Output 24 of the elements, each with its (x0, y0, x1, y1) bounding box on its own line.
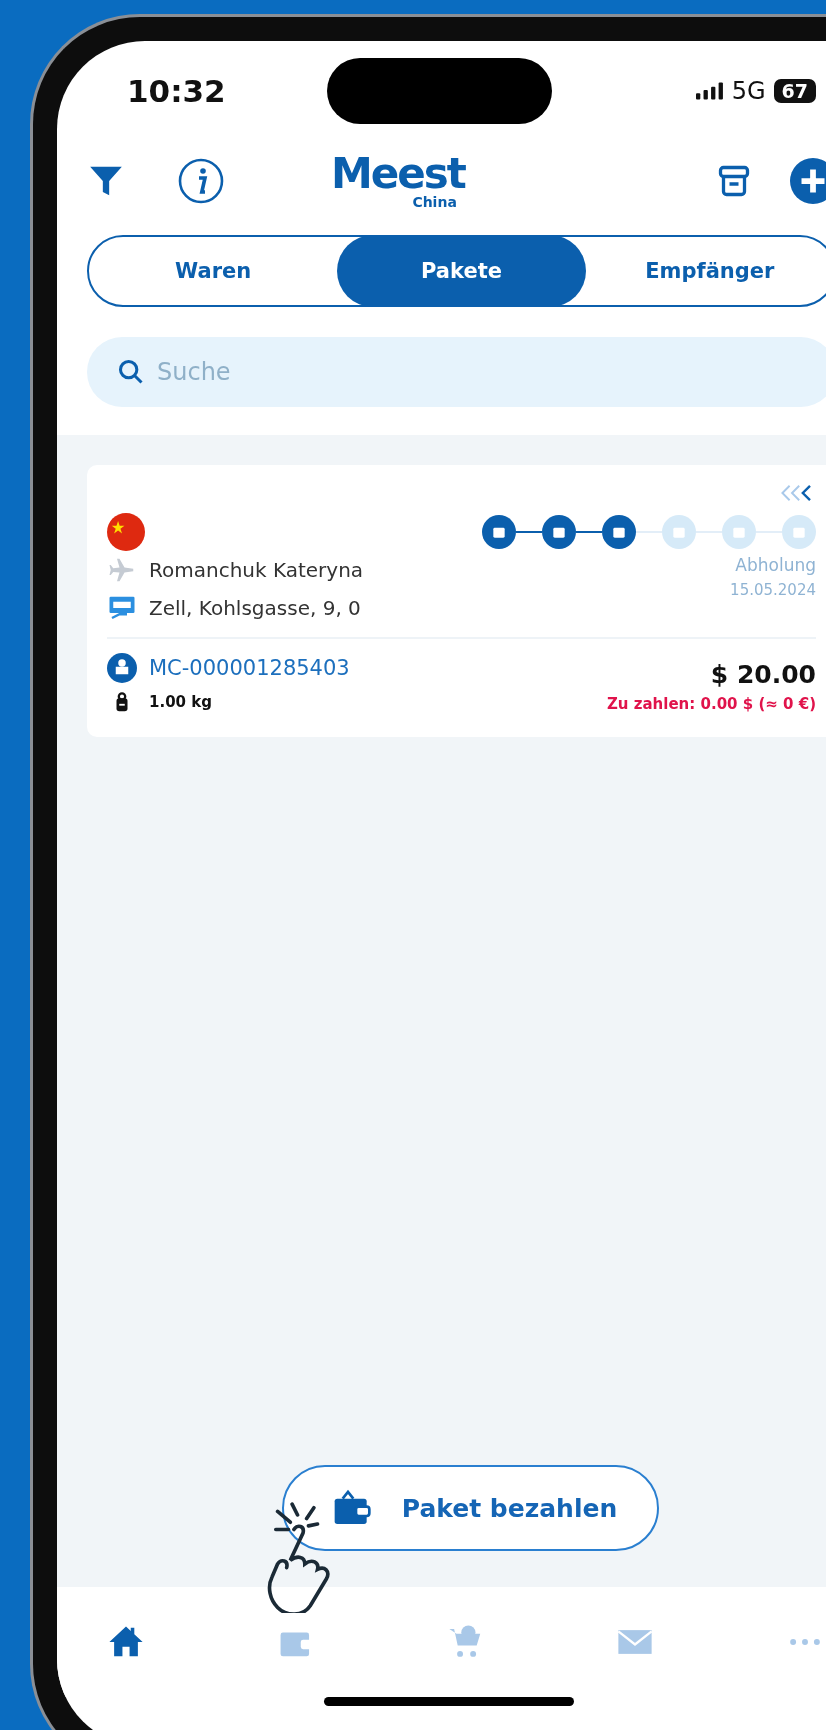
status-date: 15.05.2024 (730, 581, 816, 599)
flag-icon (107, 513, 145, 551)
pay-button[interactable]: Paket bezahlen (281, 1465, 660, 1551)
logo: Meest China (331, 153, 465, 209)
add-icon[interactable] (790, 158, 826, 204)
amount-due-text: Zu zahlen: 0.00 $ (≈ 0 €) (607, 695, 816, 713)
tab[interactable]: Waren (89, 235, 338, 307)
tab[interactable]: Pakete (337, 235, 586, 307)
parcel-card[interactable]: Romanchuk Kateryna Zell, Kohlsgasse, 9, 0 Abholung 15.05.2024 MC-000001285403 1.00 kg $ 20.00 Zu zahlen: 0.00 $ (≈ 0 €) (87, 465, 826, 737)
status-text: Abholung (735, 555, 816, 575)
info-icon[interactable] (177, 157, 225, 205)
weight-text: 1.00 kg (149, 693, 212, 711)
battery-level: 67 (773, 79, 816, 103)
tracking-number[interactable]: MC-000001285403 (149, 656, 350, 680)
signal-icon (695, 82, 724, 100)
archive-icon[interactable] (716, 163, 752, 199)
search-field[interactable]: Suche (87, 337, 826, 407)
price-text: $ 20.00 (710, 660, 816, 689)
status-time: 10:32 (127, 73, 227, 109)
recipient-name: Romanchuk Kateryna (149, 558, 364, 582)
parcel-badge-icon (107, 653, 137, 683)
tab[interactable]: Empfänger (585, 235, 826, 307)
address-text: Zell, Kohlsgasse, 9, 0 (149, 596, 361, 620)
network-label: 5G (731, 77, 766, 105)
